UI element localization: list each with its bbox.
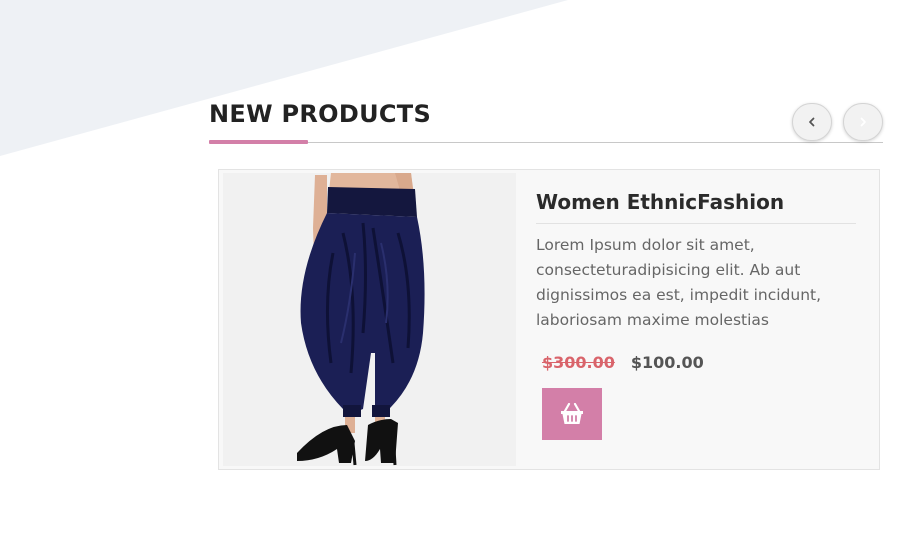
- product-card[interactable]: Women EthnicFashion Lorem Ipsum dolor si…: [218, 169, 880, 470]
- product-description: Lorem Ipsum dolor sit amet, consectetura…: [536, 236, 822, 329]
- header-divider: [209, 142, 883, 143]
- add-to-cart-button[interactable]: [542, 388, 602, 440]
- product-name[interactable]: Women EthnicFashion: [536, 190, 856, 224]
- dhoti-pants-illustration: [223, 173, 516, 466]
- product-image[interactable]: [223, 173, 516, 466]
- chevron-right-icon: [860, 117, 866, 127]
- old-price: $300.00: [542, 353, 615, 372]
- price-row: $300.00 $100.00: [536, 353, 856, 372]
- new-price: $100.00: [630, 353, 704, 372]
- header-accent-bar: [209, 140, 308, 144]
- prev-button[interactable]: [792, 103, 832, 141]
- chevron-left-icon: [809, 117, 815, 127]
- section-title: NEW PRODUCTS: [209, 100, 432, 128]
- product-info: Women EthnicFashion Lorem Ipsum dolor si…: [536, 190, 856, 440]
- basket-icon: [561, 403, 583, 424]
- next-button[interactable]: [843, 103, 883, 141]
- section-header: NEW PRODUCTS: [209, 98, 883, 144]
